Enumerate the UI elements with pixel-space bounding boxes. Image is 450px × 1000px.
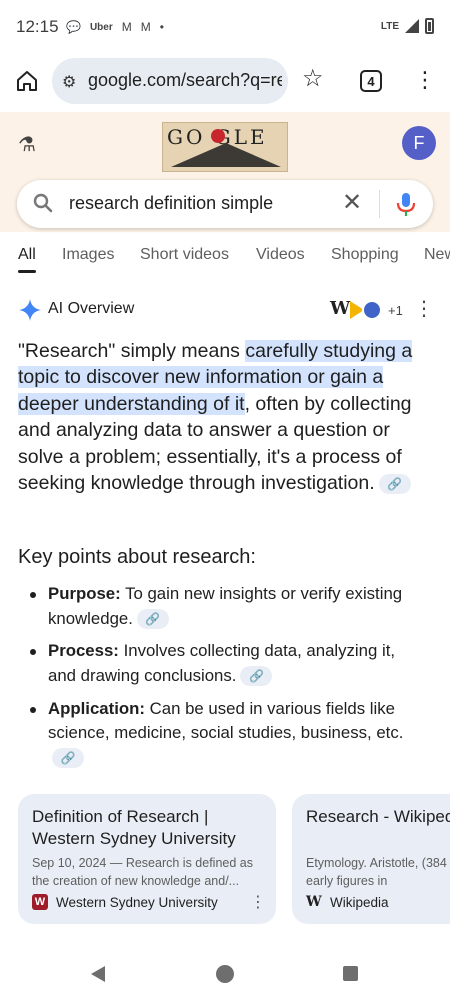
wikipedia-icon: W [330, 298, 351, 319]
gmail-icon: M [140, 20, 151, 34]
battery-icon [425, 18, 434, 34]
google-doodle[interactable]: GO GLE [162, 122, 288, 172]
network-label: LTE [380, 20, 399, 32]
more-sources-count: +1 [388, 303, 403, 318]
card-source-name: Wikipedia [330, 894, 389, 910]
microphone-icon[interactable] [395, 191, 417, 222]
card-snippet: Sep 10, 2024 — Research is defined as th… [32, 856, 253, 888]
list-item: Purpose: To gain new insights or verify … [28, 582, 422, 631]
list-item: Application: Can be used in various fiel… [28, 697, 422, 771]
uber-icon: Uber [89, 21, 113, 33]
recent-apps-icon[interactable] [343, 966, 358, 981]
source-card[interactable]: Research - Wikipedia Etymology. Aristotl… [292, 794, 450, 924]
address-bar[interactable]: ⚙ google.com/search?q=re [52, 58, 288, 104]
active-tab-indicator [18, 270, 36, 273]
labs-flask-icon[interactable]: ⚗ [18, 132, 36, 157]
ai-overview-text: "Research" simply means carefully studyi… [18, 338, 432, 496]
status-right: LTE [381, 18, 434, 34]
chat-icon: 💬 [66, 20, 81, 34]
source-card[interactable]: Definition of Research | Western Sydney … [18, 794, 276, 924]
citation-link-icon[interactable]: 🔗 [52, 748, 84, 769]
search-tabs: All Images Short videos Videos Shopping … [0, 244, 450, 274]
card-source: W Western Sydney University [32, 894, 218, 910]
bookmark-star-icon[interactable]: ☆ [302, 64, 324, 93]
tab-switcher-button[interactable]: 4 [360, 70, 382, 92]
wikipedia-icon: W [306, 894, 322, 910]
tab-shopping[interactable]: Shopping [331, 246, 399, 264]
doodle-mountain [171, 143, 281, 167]
key-point-label: Application: [48, 698, 145, 718]
back-icon[interactable] [91, 966, 105, 982]
clear-icon[interactable]: ✕ [342, 188, 362, 217]
search-box[interactable]: research definition simple ✕ [17, 180, 433, 228]
home-icon [17, 71, 37, 91]
key-points-list: Purpose: To gain new insights or verify … [28, 582, 422, 778]
source-site-icon [362, 300, 382, 320]
ai-overview-menu-icon[interactable]: ⋮ [414, 296, 434, 321]
browser-menu-icon[interactable]: ⋮ [414, 66, 436, 94]
tab-all[interactable]: All [18, 246, 36, 264]
card-snippet: Etymology. Aristotle, (384 BC) one of th… [306, 856, 450, 888]
source-cards: Definition of Research | Western Sydney … [18, 794, 450, 924]
signal-icon [405, 19, 419, 33]
gmail-icon: M [121, 20, 132, 34]
home-circle-icon[interactable] [216, 965, 234, 983]
browser-toolbar: ⚙ google.com/search?q=re ☆ 4 ⋮ [0, 56, 450, 112]
citation-link-icon[interactable]: 🔗 [240, 666, 273, 687]
ai-overview-title: AI Overview [48, 300, 135, 317]
intro-text: "Research" simply means [18, 340, 246, 362]
search-input[interactable]: research definition simple [69, 193, 273, 214]
citation-link-icon[interactable]: 🔗 [136, 609, 169, 630]
system-nav-bar [0, 944, 450, 1000]
card-menu-icon[interactable]: ⋮ [250, 892, 266, 912]
home-button[interactable] [12, 66, 42, 96]
search-divider [379, 190, 380, 218]
tab-images[interactable]: Images [62, 246, 114, 264]
status-bar: 12:15 💬 Uber M M • LTE [0, 0, 450, 56]
site-info-icon[interactable]: ⚙ [62, 72, 76, 92]
key-points-heading: Key points about research: [18, 546, 256, 568]
tab-news[interactable]: News [424, 246, 450, 264]
card-title[interactable]: Definition of Research | Western Sydney … [32, 806, 262, 850]
card-title[interactable]: Research - Wikipedia [306, 806, 450, 828]
notification-icons: 💬 Uber M M • [66, 20, 164, 34]
status-time: 12:15 [16, 17, 59, 36]
account-avatar[interactable]: F [402, 126, 436, 160]
card-source: W Wikipedia [306, 894, 389, 910]
list-item: Process: Involves collecting data, analy… [28, 639, 422, 688]
wsu-logo-icon: W [32, 894, 48, 910]
search-icon [31, 191, 55, 220]
ai-overview-header: AI Overview W +1 ⋮ [18, 296, 438, 326]
key-point-label: Purpose: [48, 584, 121, 603]
url-text[interactable]: google.com/search?q=re [88, 70, 282, 91]
citation-link-icon[interactable]: 🔗 [378, 473, 411, 494]
card-source-name: Western Sydney University [56, 894, 218, 910]
dot-icon: • [159, 20, 164, 34]
tab-short-videos[interactable]: Short videos [140, 246, 229, 264]
gemini-sparkle-icon [18, 298, 42, 327]
tab-videos[interactable]: Videos [256, 246, 305, 264]
key-point-label: Process: [48, 641, 119, 661]
doodle-sun [211, 129, 225, 143]
